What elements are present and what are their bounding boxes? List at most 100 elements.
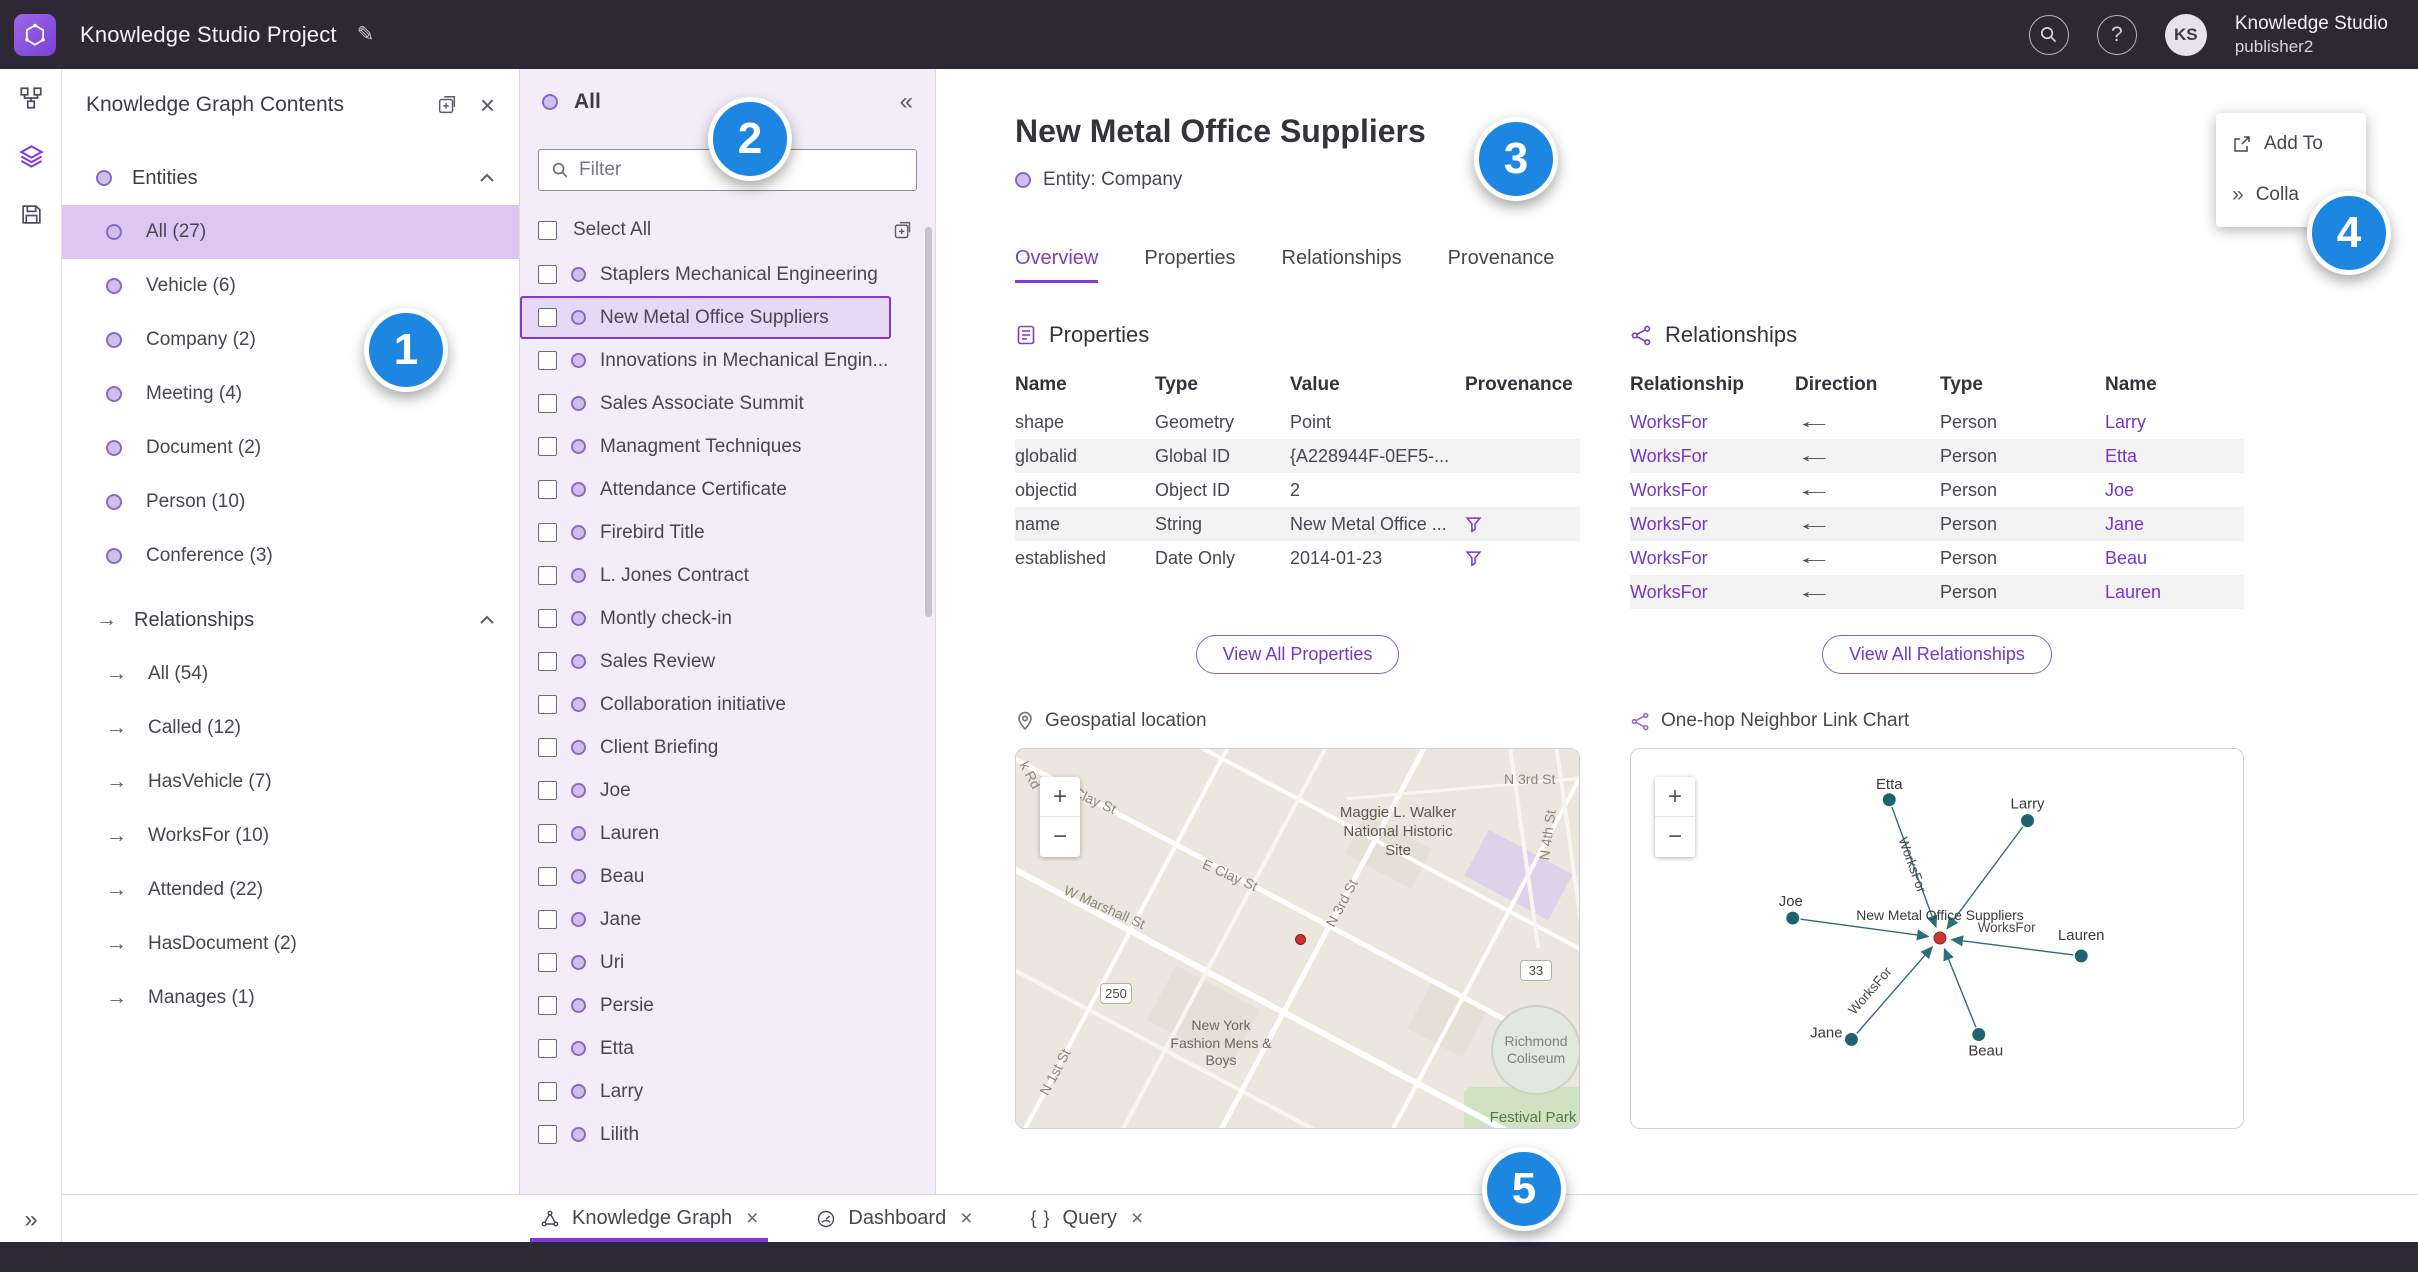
item-checkbox[interactable] <box>538 781 557 800</box>
entity-type-vehicle[interactable]: Vehicle (6) <box>62 259 519 313</box>
relationship-type-attended[interactable]: → Attended (22) <box>62 863 519 917</box>
user-block[interactable]: Knowledge Studio publisher2 <box>2235 12 2388 57</box>
relationship-type-hasdocument[interactable]: → HasDocument (2) <box>62 917 519 971</box>
list-item-selected[interactable]: New Metal Office Suppliers <box>520 296 891 339</box>
close-tab-icon[interactable]: × <box>960 1207 972 1231</box>
entity-link[interactable]: Lauren <box>2105 582 2244 603</box>
tab-query[interactable]: { } Query × <box>1030 1195 1143 1242</box>
view-all-properties-button[interactable]: View All Properties <box>1195 635 1400 674</box>
item-checkbox[interactable] <box>538 910 557 929</box>
tab-knowledge-graph[interactable]: Knowledge Graph × <box>529 1195 769 1242</box>
item-checkbox[interactable] <box>538 695 557 714</box>
item-checkbox[interactable] <box>538 652 557 671</box>
item-checkbox[interactable] <box>538 1082 557 1101</box>
item-checkbox[interactable] <box>538 1125 557 1144</box>
list-item[interactable]: Persie <box>520 984 935 1027</box>
item-checkbox[interactable] <box>538 609 557 628</box>
item-checkbox[interactable] <box>538 308 557 327</box>
avatar[interactable]: KS <box>2164 13 2207 56</box>
relationship-type-called[interactable]: → Called (12) <box>62 701 519 755</box>
item-checkbox[interactable] <box>538 867 557 886</box>
close-tab-icon[interactable]: × <box>1131 1207 1143 1231</box>
list-item[interactable]: Beau <box>520 855 935 898</box>
add-layer-button[interactable] <box>436 94 458 116</box>
list-item[interactable]: Larry <box>520 1070 935 1113</box>
item-checkbox[interactable] <box>538 523 557 542</box>
item-checkbox[interactable] <box>538 996 557 1015</box>
entity-link[interactable]: Etta <box>2105 446 2244 467</box>
zoom-in-button[interactable]: + <box>1040 777 1080 817</box>
list-item[interactable]: Sales Review <box>520 640 935 683</box>
list-item[interactable]: Attendance Certificate <box>520 468 935 511</box>
entity-link[interactable]: Beau <box>2105 548 2244 569</box>
tab-properties[interactable]: Properties <box>1144 247 1235 283</box>
item-checkbox[interactable] <box>538 265 557 284</box>
entity-type-conference[interactable]: Conference (3) <box>62 529 519 583</box>
node-beau[interactable] <box>1972 1028 1986 1041</box>
relationship-type-worksfor[interactable]: → WorksFor (10) <box>62 809 519 863</box>
list-item[interactable]: Innovations in Mechanical Engin... <box>520 339 935 382</box>
close-contents-panel-button[interactable]: × <box>480 92 495 118</box>
add-selection-button[interactable] <box>892 220 913 241</box>
list-item[interactable]: Collaboration initiative <box>520 683 935 726</box>
scrollbar-thumb[interactable] <box>925 227 932 617</box>
relationship-type-all[interactable]: → All (54) <box>62 647 519 701</box>
list-item[interactable]: Firebird Title <box>520 511 935 554</box>
relationship-link[interactable]: WorksFor <box>1630 480 1795 501</box>
zoom-in-button[interactable]: + <box>1655 777 1695 817</box>
relationship-link[interactable]: WorksFor <box>1630 412 1795 433</box>
node-larry[interactable] <box>2021 814 2034 828</box>
list-item[interactable]: Jane <box>520 898 935 941</box>
node-jane[interactable] <box>1844 1033 1858 1046</box>
entity-type-meeting[interactable]: Meeting (4) <box>62 367 519 421</box>
relationship-type-manages[interactable]: → Manages (1) <box>62 971 519 1025</box>
app-logo-icon[interactable] <box>14 13 56 56</box>
entity-type-person[interactable]: Person (10) <box>62 475 519 529</box>
close-tab-icon[interactable]: × <box>746 1207 758 1231</box>
item-checkbox[interactable] <box>538 351 557 370</box>
list-item[interactable]: Staplers Mechanical Engineering <box>520 253 935 296</box>
node-joe[interactable] <box>1786 911 1800 925</box>
list-item[interactable]: Joe <box>520 769 935 812</box>
relationship-link[interactable]: WorksFor <box>1630 582 1795 603</box>
list-item[interactable]: Uri <box>520 941 935 984</box>
list-item[interactable]: Managment Techniques <box>520 425 935 468</box>
list-item[interactable]: Etta <box>520 1027 935 1070</box>
item-checkbox[interactable] <box>538 480 557 499</box>
entity-type-all[interactable]: All (27) <box>62 205 519 259</box>
map-canvas[interactable]: Richmond Coliseum W Clay St E Clay St W … <box>1016 749 1579 1128</box>
list-item[interactable]: Sales Associate Summit <box>520 382 935 425</box>
list-item[interactable]: Lauren <box>520 812 935 855</box>
item-checkbox[interactable] <box>538 953 557 972</box>
data-model-button[interactable] <box>0 69 62 127</box>
zoom-out-button[interactable]: − <box>1655 817 1695 857</box>
view-all-relationships-button[interactable]: View All Relationships <box>1822 635 2052 674</box>
node-etta[interactable] <box>1882 793 1896 807</box>
item-checkbox[interactable] <box>538 394 557 413</box>
list-item[interactable]: L. Jones Contract <box>520 554 935 597</box>
entity-link[interactable]: Joe <box>2105 480 2244 501</box>
edit-title-icon[interactable]: ✎ <box>357 22 375 47</box>
select-all-checkbox[interactable] <box>538 220 557 240</box>
collapse-panel-button[interactable]: « <box>900 88 913 116</box>
expand-rail-button[interactable]: » <box>0 1206 62 1234</box>
relationship-link[interactable]: WorksFor <box>1630 514 1795 535</box>
link-chart-canvas[interactable]: Etta Larry Joe Lauren Jane Beau New Meta… <box>1631 749 2243 1128</box>
provenance-icon[interactable] <box>1465 550 1482 567</box>
help-button[interactable]: ? <box>2096 14 2137 55</box>
relationships-section-header[interactable]: → Relationships <box>62 593 519 647</box>
list-item[interactable]: Montly check-in <box>520 597 935 640</box>
add-to-menu-item[interactable]: Add To <box>2216 119 2366 169</box>
zoom-out-button[interactable]: − <box>1040 817 1080 857</box>
entity-link[interactable]: Jane <box>2105 514 2244 535</box>
item-checkbox[interactable] <box>538 824 557 843</box>
tab-relationships[interactable]: Relationships <box>1282 247 1402 283</box>
node-lauren[interactable] <box>2074 949 2088 963</box>
item-checkbox[interactable] <box>538 566 557 585</box>
search-button[interactable] <box>2028 14 2069 55</box>
list-item[interactable]: Client Briefing <box>520 726 935 769</box>
save-button[interactable] <box>0 185 62 243</box>
map-marker[interactable] <box>1295 934 1306 945</box>
list-item[interactable]: Lilith <box>520 1113 935 1156</box>
entity-type-company[interactable]: Company (2) <box>62 313 519 367</box>
